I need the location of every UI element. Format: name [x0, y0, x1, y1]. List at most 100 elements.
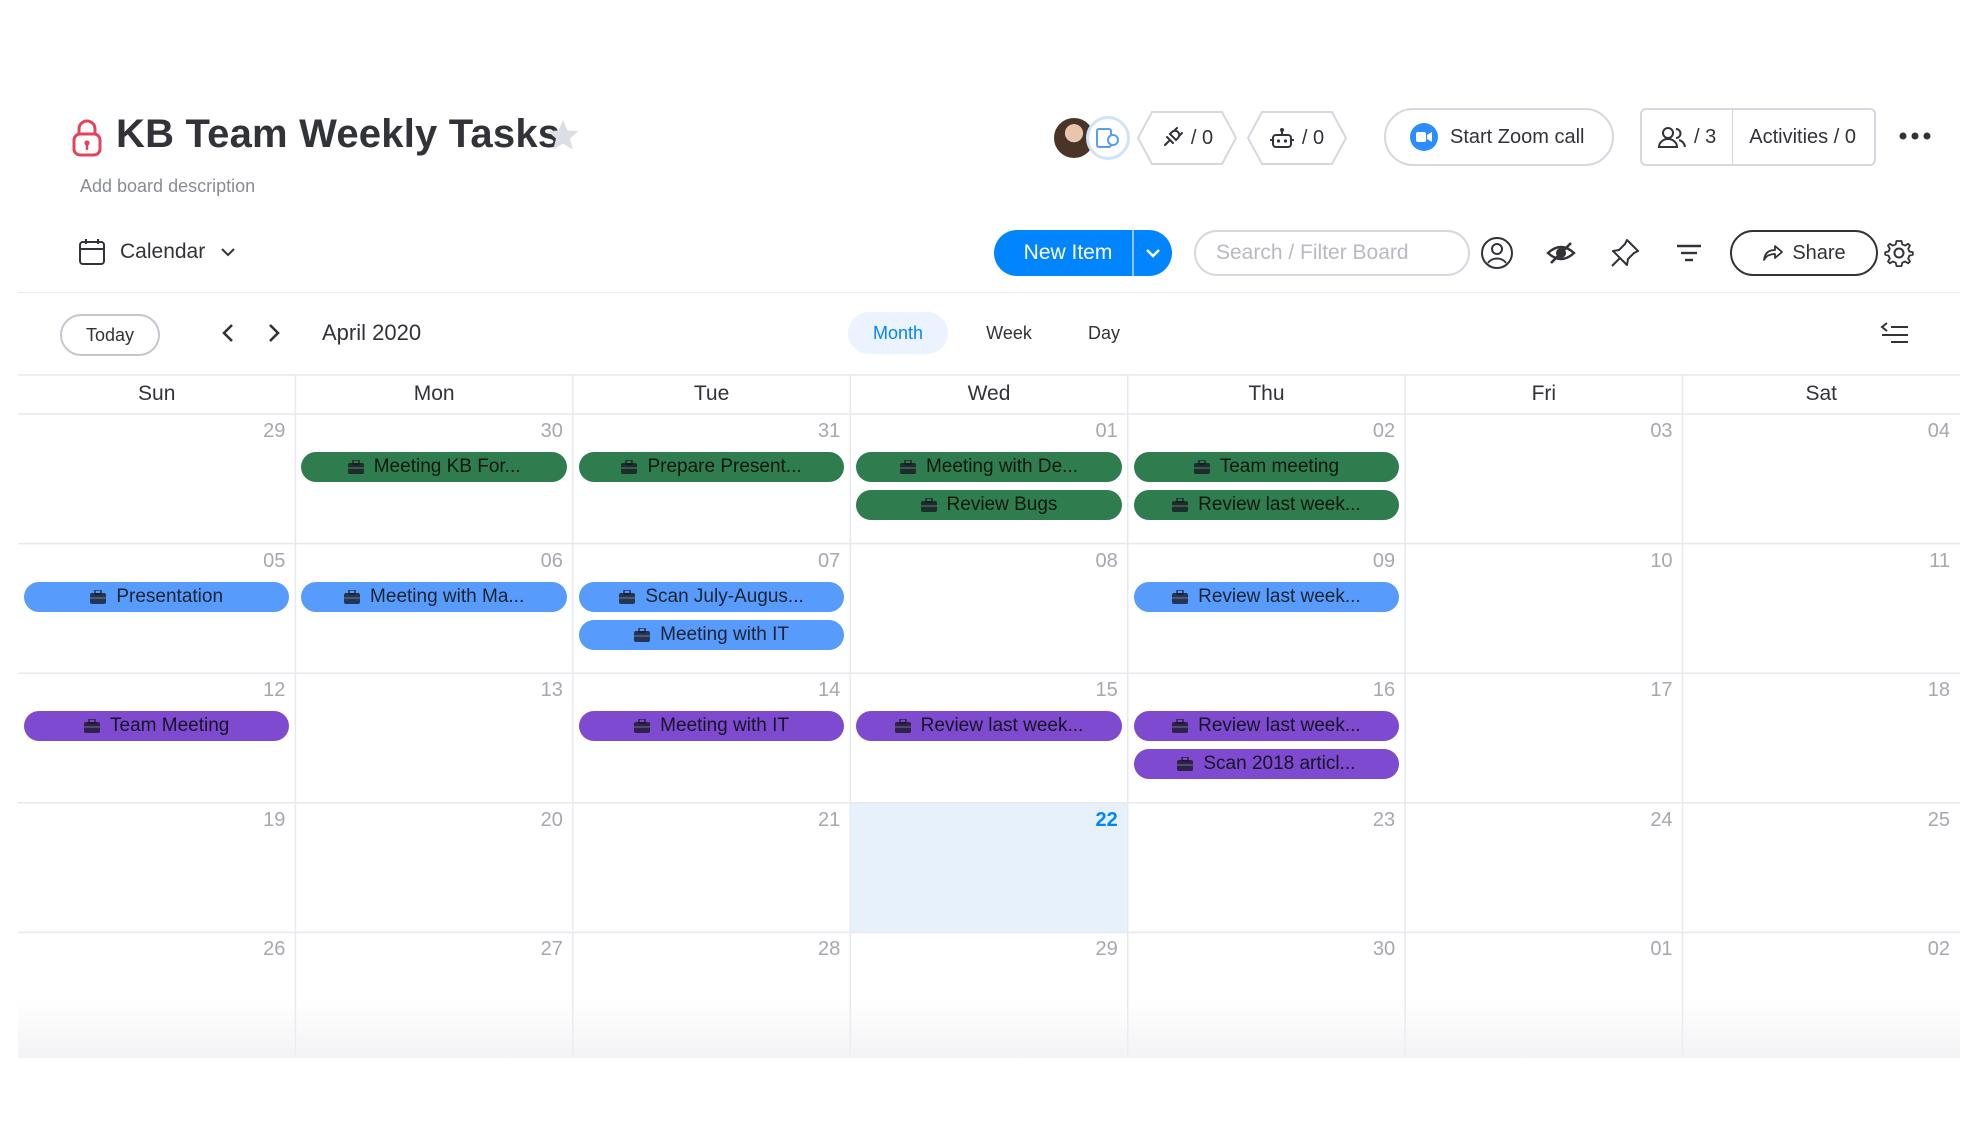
chevron-down-icon — [221, 248, 235, 257]
tab-label: Day — [1087, 322, 1120, 343]
calendar-event[interactable]: Team meeting — [1133, 452, 1400, 482]
chevron-down-icon — [1146, 249, 1160, 258]
tab-day[interactable]: Day — [1064, 312, 1144, 354]
tab-month[interactable]: Month — [848, 312, 948, 354]
calendar-event[interactable]: Review last week... — [1133, 581, 1400, 612]
zoom-label: Start Zoom call — [1450, 125, 1585, 148]
day-header-mon: Mon — [413, 382, 455, 405]
today-button[interactable]: Today — [60, 314, 160, 356]
briefcase-icon — [344, 589, 361, 604]
event-label: Meeting with IT — [660, 623, 789, 645]
briefcase-icon — [1177, 757, 1194, 772]
calendar-icon — [79, 239, 105, 265]
guest-avatar — [1086, 116, 1130, 160]
view-name: Calendar — [120, 240, 206, 263]
person-icon[interactable] — [1480, 236, 1514, 270]
eye-slash-icon[interactable] — [1544, 236, 1578, 270]
briefcase-icon — [1172, 498, 1189, 512]
day-header-tue: Tue — [693, 382, 730, 405]
board-title[interactable]: KB Team Weekly Tasks — [116, 112, 560, 157]
event-label: Meeting with Ma... — [370, 585, 525, 607]
day-number: 27 — [540, 938, 563, 961]
lock-icon — [72, 119, 102, 157]
day-header-fri: Fri — [1531, 382, 1557, 405]
gear-icon[interactable] — [1884, 238, 1914, 268]
briefcase-icon — [84, 719, 101, 734]
automations-count: / 0 — [1301, 126, 1325, 149]
day-number: 20 — [540, 808, 563, 831]
calendar-event[interactable]: Meeting with IT — [578, 619, 845, 650]
toolbar-divider — [18, 292, 1960, 293]
event-label: Meeting KB For... — [373, 456, 521, 477]
new-item-label: New Item — [1023, 241, 1113, 264]
share-arrow-icon — [1763, 245, 1784, 261]
integrations-button[interactable]: / 0 — [1136, 110, 1238, 166]
event-label: Meeting with De... — [925, 456, 1079, 477]
calendar-event[interactable]: Meeting with Ma... — [301, 581, 567, 612]
calendar-event[interactable]: Review last week... — [856, 711, 1122, 742]
day-header-sun: Sun — [138, 382, 176, 405]
calendar-event[interactable]: Meeting KB For... — [301, 452, 567, 482]
day-number: 10 — [1650, 549, 1673, 572]
briefcase-icon — [90, 589, 107, 604]
calendar-event[interactable]: Meeting with De... — [856, 452, 1122, 482]
day-number: 01 — [1095, 420, 1118, 442]
calendar-event[interactable]: Review Bugs — [856, 490, 1122, 520]
day-number: 30 — [540, 420, 563, 442]
tab-label: Week — [986, 322, 1032, 343]
share-label: Share — [1792, 241, 1846, 264]
board-members-avatars[interactable] — [1052, 116, 1132, 160]
filter-icon[interactable] — [1672, 236, 1706, 270]
briefcase-icon — [894, 719, 911, 734]
activities-label: Activities / 0 — [1749, 125, 1856, 148]
day-number: 04 — [1927, 420, 1950, 442]
board-description[interactable]: Add board description — [80, 176, 255, 197]
event-label: Review last week... — [920, 715, 1084, 737]
tab-label: Month — [872, 322, 924, 343]
calendar-event[interactable]: Review last week... — [1133, 490, 1400, 520]
pin-icon[interactable] — [1608, 236, 1642, 270]
event-label: Scan 2018 articl... — [1203, 753, 1356, 775]
new-item-button[interactable]: New Item — [994, 230, 1172, 276]
calendar-event[interactable]: Prepare Present... — [578, 452, 845, 482]
day-number: 22 — [1095, 808, 1118, 831]
start-zoom-call-button[interactable]: Start Zoom call — [1384, 108, 1614, 166]
activities-button[interactable]: Activities / 0 — [1733, 110, 1872, 164]
briefcase-icon — [1193, 460, 1210, 474]
plug-icon — [1163, 127, 1183, 146]
calendar-event[interactable]: Review last week... — [1133, 711, 1400, 742]
members-button[interactable]: / 3 — [1642, 110, 1732, 164]
calendar-event[interactable]: Presentation — [24, 581, 290, 612]
search-input[interactable] — [1194, 230, 1470, 276]
calendar-event[interactable]: Scan July-Augus... — [578, 581, 845, 612]
star-icon[interactable] — [546, 118, 580, 152]
calendar-event[interactable]: Scan 2018 articl... — [1133, 749, 1400, 780]
event-label: Team Meeting — [110, 715, 230, 737]
chevron-right-icon[interactable] — [260, 320, 286, 346]
briefcase-icon — [1172, 589, 1189, 604]
calendar-event[interactable]: Meeting with IT — [578, 711, 845, 742]
day-number: 09 — [1372, 549, 1396, 572]
chevron-left-icon[interactable] — [216, 320, 242, 346]
day-number: 02 — [1927, 938, 1950, 961]
guest-icon — [1096, 128, 1119, 148]
day-number: 06 — [540, 549, 563, 572]
new-item-dropdown[interactable] — [1132, 230, 1172, 276]
calendar-event[interactable]: Team Meeting — [24, 711, 290, 742]
day-number: 17 — [1650, 679, 1673, 702]
share-button[interactable]: Share — [1730, 230, 1878, 276]
tab-week[interactable]: Week — [964, 312, 1054, 354]
more-horizontal-icon[interactable] — [1898, 128, 1932, 144]
day-number: 03 — [1650, 420, 1673, 442]
briefcase-icon — [899, 460, 916, 474]
view-selector[interactable]: Calendar — [78, 238, 237, 266]
day-number: 05 — [263, 549, 286, 572]
bottom-fade — [18, 1000, 1960, 1058]
day-number: 19 — [263, 808, 286, 831]
automations-button[interactable]: / 0 — [1246, 110, 1348, 166]
event-label: Prepare Present... — [647, 456, 802, 477]
day-number: 08 — [1095, 549, 1118, 572]
today-label: Today — [85, 324, 135, 345]
briefcase-icon — [1172, 719, 1189, 734]
collapse-list-icon[interactable] — [1880, 320, 1910, 346]
